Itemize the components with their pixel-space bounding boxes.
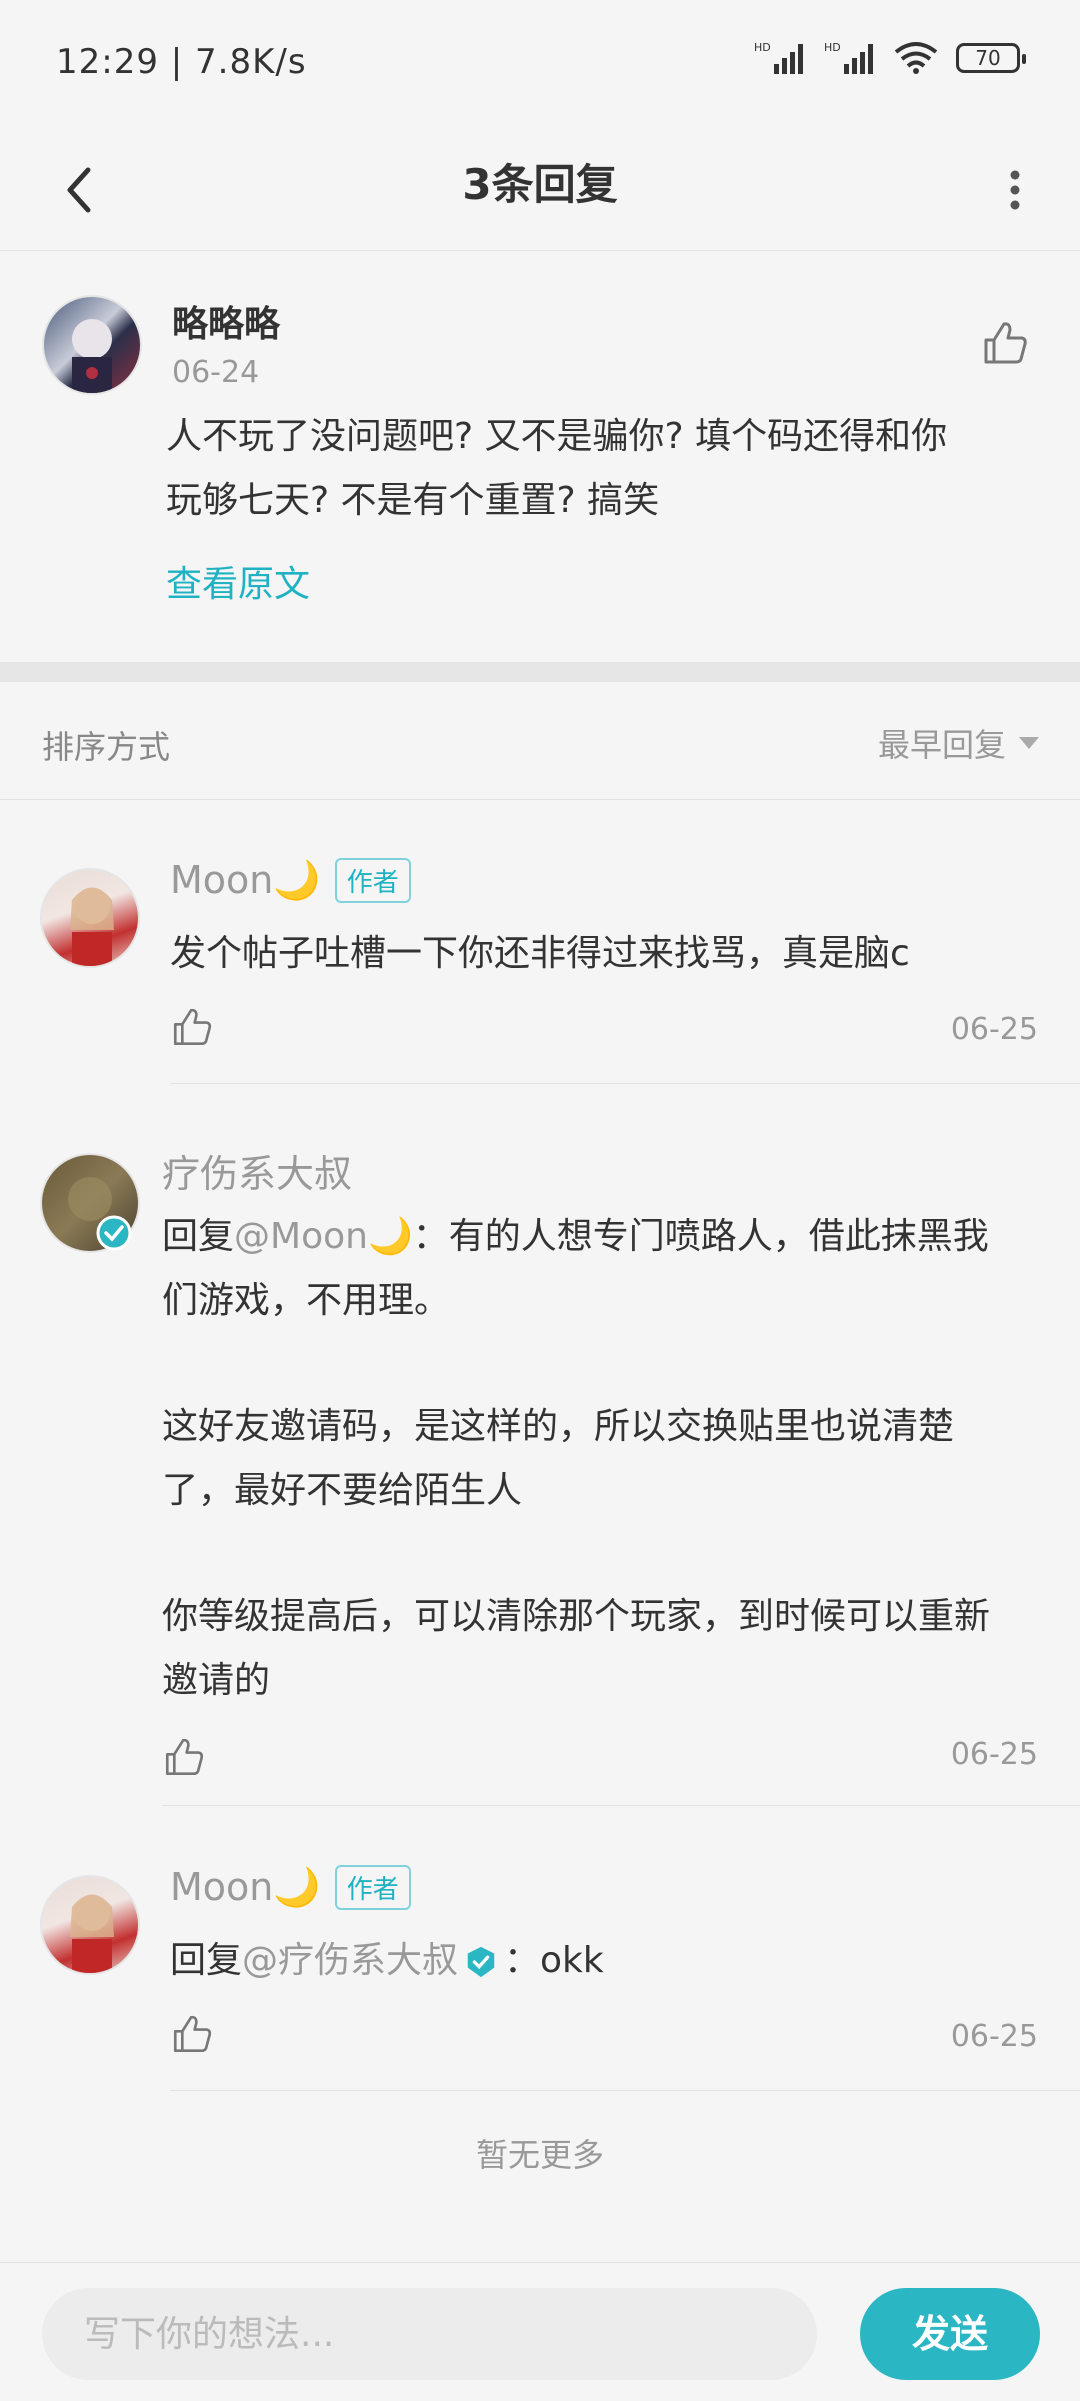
reply-author-row: Moon🌙 作者: [170, 1865, 411, 1910]
avatar[interactable]: [40, 868, 140, 968]
reply-line: 这好友邀请码，是这样的，所以交换贴里也说清楚: [162, 1406, 955, 1447]
author-badge: 作者: [334, 858, 411, 903]
reply-content: 回复@Moon🌙：有的人想专门喷路人，借此抹黑我 们游戏，不用理。 这好友邀请码…: [162, 1205, 1052, 1713]
reply-prefix: 回复: [162, 1216, 235, 1257]
battery-icon: 70: [956, 43, 1026, 73]
reply-line: 们游戏，不用理。: [162, 1280, 451, 1321]
sort-label: 排序方式: [42, 728, 171, 766]
thumbs-up-icon: [165, 1738, 204, 1776]
divider: [162, 1805, 1080, 1806]
caret-down-icon: [1019, 737, 1039, 749]
comment-input[interactable]: [42, 2288, 817, 2380]
comment-input-bar: 发送: [0, 2262, 1080, 2401]
author-badge: 作者: [334, 1865, 411, 1910]
like-button[interactable]: [170, 1005, 220, 1055]
more-vertical-icon: [1010, 170, 1020, 210]
avatar[interactable]: [40, 1875, 140, 1975]
verified-icon: [467, 1946, 495, 1978]
signal-icon: HD: [754, 41, 803, 74]
reply-content: 回复@疗伤系大叔 ：okk: [170, 1929, 604, 1993]
reply-author[interactable]: 疗伤系大叔: [162, 1143, 352, 1198]
verified-icon: [96, 1215, 132, 1251]
reply-text: ：有的人想专门喷路人，借此抹黑我: [412, 1216, 989, 1257]
reply-author[interactable]: Moon🌙: [170, 858, 321, 903]
more-menu-button[interactable]: [980, 150, 1050, 230]
signal-icon: HD: [824, 41, 873, 74]
thumbs-up-icon: [173, 2015, 212, 2053]
reply-date: 06-25: [950, 2019, 1038, 2054]
status-icons: HD HD 70: [754, 40, 1026, 76]
comment-date: 06-24: [172, 355, 260, 390]
like-button[interactable]: [980, 318, 1030, 368]
main-comment: 略略略 06-24 人不玩了没问题吧? 又不是骗你? 填个码还得和你 玩够七天?…: [0, 250, 1080, 660]
comment-author[interactable]: 略略略: [172, 295, 280, 347]
reply-text: ：okk: [504, 1940, 604, 1981]
reply-date: 06-25: [950, 1737, 1038, 1772]
app-bar: 3条回复: [0, 125, 1080, 251]
thumbs-up-icon: [984, 322, 1027, 364]
reply-prefix: 回复: [170, 1940, 243, 1981]
status-bar: 12:29 | 7.8K/s HD HD 70: [0, 0, 1080, 125]
sort-selected: 最早回复: [877, 726, 1006, 764]
mention-link[interactable]: @疗伤系大叔: [242, 1940, 458, 1981]
sort-bar: 排序方式 最早回复: [0, 682, 1080, 800]
comment-line: 玩够七天? 不是有个重置? 搞笑: [166, 480, 660, 521]
like-button[interactable]: [162, 1735, 212, 1785]
reply-author-row: Moon🌙 作者: [170, 858, 411, 903]
comment-content: 人不玩了没问题吧? 又不是骗你? 填个码还得和你 玩够七天? 不是有个重置? 搞…: [166, 405, 947, 533]
like-button[interactable]: [170, 2012, 220, 2062]
send-button[interactable]: 发送: [860, 2288, 1040, 2380]
avatar[interactable]: [42, 295, 142, 395]
reply-item: 疗伤系大叔 回复@Moon🌙：有的人想专门喷路人，借此抹黑我 们游戏，不用理。 …: [0, 1085, 1080, 1807]
sort-dropdown[interactable]: 最早回复: [878, 720, 1040, 766]
status-time: 12:29 | 7.8K/s: [56, 42, 307, 82]
view-original-link[interactable]: 查看原文: [166, 555, 310, 607]
no-more-text: 暂无更多: [475, 2136, 604, 2174]
comment-line: 人不玩了没问题吧? 又不是骗你? 填个码还得和你: [166, 416, 948, 457]
page-title: 3条回复: [462, 160, 618, 209]
section-divider: [0, 662, 1080, 682]
wifi-icon: [894, 42, 938, 74]
reply-author[interactable]: Moon🌙: [170, 1865, 321, 1910]
reply-author-row: 疗伤系大叔: [162, 1143, 352, 1198]
reply-item: Moon🌙 作者 回复@疗伤系大叔 ：okk 06-25: [0, 1807, 1080, 2092]
svg-text:HD: HD: [824, 41, 841, 54]
reply-date: 06-25: [950, 1012, 1038, 1047]
reply-line: 邀请的: [162, 1660, 271, 1701]
divider: [170, 2090, 1080, 2091]
svg-text:HD: HD: [754, 41, 771, 54]
thumbs-up-icon: [173, 1008, 212, 1046]
reply-line: 了，最好不要给陌生人: [162, 1470, 523, 1511]
reply-line: 回复@Moon🌙：有的人想专门喷路人，借此抹黑我: [162, 1205, 1052, 1269]
reply-item: Moon🌙 作者 发个帖子吐槽一下你还非得过来找骂，真是脑c 06-25: [0, 800, 1080, 1085]
mention-link[interactable]: @Moon🌙: [234, 1216, 413, 1257]
divider: [170, 1083, 1080, 1084]
reply-line: 你等级提高后，可以清除那个玩家，到时候可以重新: [162, 1596, 991, 1637]
reply-content: 发个帖子吐槽一下你还非得过来找骂，真是脑c: [170, 933, 910, 974]
